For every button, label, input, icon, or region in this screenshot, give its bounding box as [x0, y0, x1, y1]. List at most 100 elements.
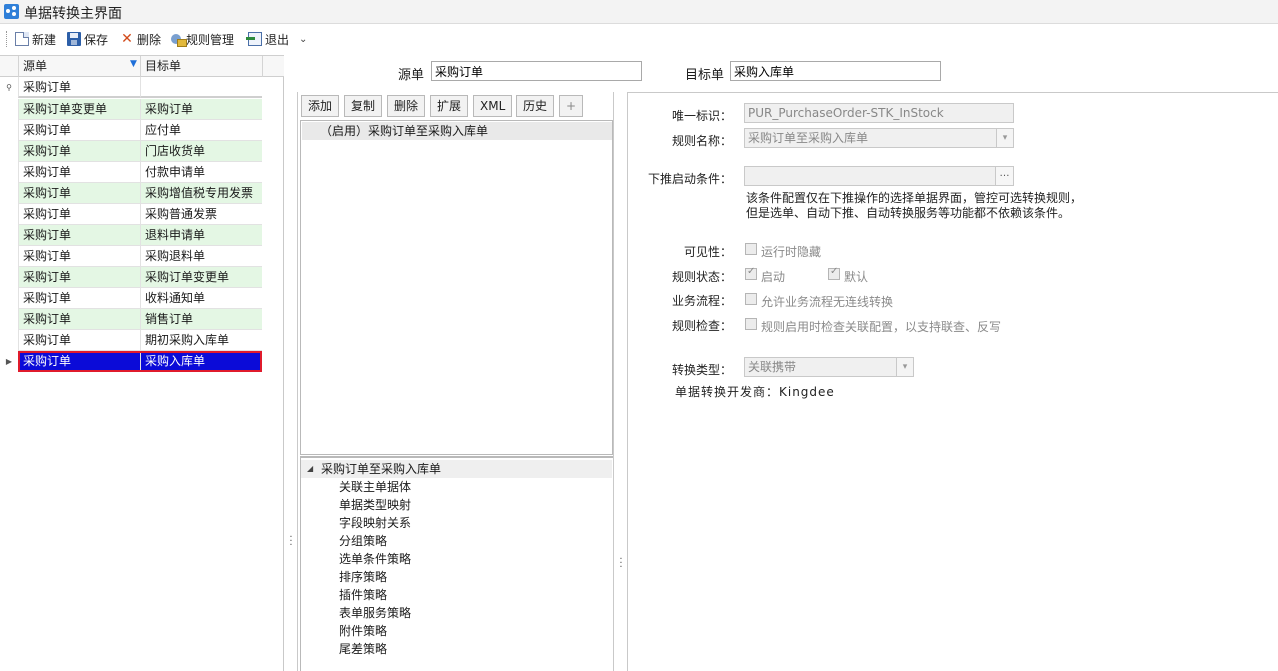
row-target-cell[interactable]: 采购退料单 [140, 246, 262, 267]
row-target-cell[interactable]: 采购订单变更单 [140, 267, 262, 288]
tree-node[interactable]: 关联主单据体 [339, 478, 411, 496]
toolbar-overflow-button[interactable]: ⌄ [299, 28, 307, 50]
rule-check-checkbox[interactable] [745, 318, 757, 330]
row-target-cell[interactable]: 门店收货单 [140, 141, 262, 162]
row-target-cell[interactable]: 收料通知单 [140, 288, 262, 309]
filter-cell-target[interactable] [140, 77, 262, 98]
table-row[interactable]: 采购订单 应付单 [0, 120, 284, 141]
allow-workflow-checkbox[interactable] [745, 293, 757, 305]
filter-cell-source[interactable]: 采购订单 [18, 77, 140, 98]
rule-status-label-wrap: 规则状态： [628, 268, 732, 286]
chevron-down-icon[interactable]: ▾ [996, 129, 1013, 147]
delete-rule-button[interactable]: 删除 [387, 95, 426, 117]
ellipsis-icon[interactable]: … [995, 167, 1013, 185]
chevron-down-icon[interactable]: ▾ [896, 358, 913, 376]
new-button[interactable]: 新建 [15, 28, 56, 50]
rule-name-dropdown[interactable]: 采购订单至采购入库单 ▾ [744, 128, 1014, 148]
tree-node[interactable]: 排序策略 [339, 568, 387, 586]
row-target-cell[interactable]: 销售订单 [140, 309, 262, 330]
row-target-cell[interactable]: 采购普通发票 [140, 204, 262, 225]
tree-expand-icon[interactable]: ◢ [307, 460, 313, 478]
runtime-hide-checkbox[interactable] [745, 243, 757, 255]
copy-rule-button[interactable]: 复制 [344, 95, 383, 117]
default-checkbox[interactable] [828, 266, 840, 280]
tree-node[interactable]: 单据类型映射 [339, 496, 411, 514]
row-target-cell[interactable]: 期初采购入库单 [140, 330, 262, 351]
unique-id-field[interactable]: PUR_PurchaseOrder-STK_InStock [744, 103, 1014, 123]
row-target-cell[interactable]: 应付单 [140, 120, 262, 141]
table-row[interactable]: 采购订单 采购普通发票 [0, 204, 284, 225]
grid-header: 源单 ▼ 目标单 [0, 55, 284, 77]
exit-button[interactable]: 退出 [246, 28, 290, 50]
tree-node[interactable]: 选单条件策略 [339, 550, 411, 568]
row-source-cell[interactable]: 采购订单 [18, 225, 140, 246]
conversion-grid: 源单 ▼ 目标单 ⚲ 采购订单 采购订单变更单 采购订单 采购订单 应付单 采购… [0, 55, 284, 671]
plus-button[interactable]: + [559, 95, 584, 117]
push-condition-field[interactable]: … [744, 166, 1014, 186]
filter-icon[interactable]: ▼ [130, 59, 137, 69]
toolbar-grip[interactable] [6, 31, 8, 47]
delete-button[interactable]: ✕ 删除 [120, 28, 161, 50]
row-source-cell[interactable]: 采购订单 [18, 330, 140, 351]
enabled-label: 启动 [761, 270, 786, 284]
tree-node[interactable]: 插件策略 [339, 586, 387, 604]
row-source-cell[interactable]: 采购订单 [18, 141, 140, 162]
add-rule-button[interactable]: 添加 [301, 95, 340, 117]
table-row[interactable]: 采购订单 期初采购入库单 [0, 330, 284, 351]
target-input[interactable] [730, 61, 941, 81]
row-source-cell[interactable]: 采购订单 [18, 120, 140, 141]
current-row-indicator-icon: ▶ [5, 357, 13, 366]
table-row[interactable]: 采购订单 收料通知单 [0, 288, 284, 309]
table-row[interactable]: 采购订单 退料申请单 [0, 225, 284, 246]
tree-node[interactable]: 附件策略 [339, 622, 387, 640]
exit-button-label: 退出 [265, 32, 290, 47]
new-document-icon [15, 32, 29, 46]
row-target-cell[interactable]: 采购增值税专用发票 [140, 183, 262, 204]
left-splitter-handle[interactable]: · · · [286, 533, 296, 556]
table-row[interactable]: 采购订单 采购增值税专用发票 [0, 183, 284, 204]
rule-list-item[interactable]: （启用）采购订单至采购入库单 [302, 122, 612, 140]
tree-node[interactable]: 分组策略 [339, 532, 387, 550]
rule-manage-button[interactable]: 规则管理 [171, 28, 234, 50]
delete-button-label: 删除 [137, 32, 162, 47]
enabled-checkbox[interactable] [745, 266, 757, 280]
runtime-hide-label: 运行时隐藏 [761, 245, 822, 259]
table-row-selected[interactable]: ▶ 采购订单 采购入库单 [0, 351, 284, 372]
row-target-cell[interactable]: 退料申请单 [140, 225, 262, 246]
table-row[interactable]: 采购订单 采购订单变更单 [0, 267, 284, 288]
row-source-cell[interactable]: 采购订单 [18, 183, 140, 204]
row-source-cell[interactable]: 采购订单 [18, 309, 140, 330]
row-target-cell[interactable]: 采购订单 [140, 99, 262, 120]
app-icon [4, 4, 19, 19]
xml-button[interactable]: XML [473, 95, 513, 117]
column-header-source[interactable]: 源单 [18, 56, 140, 77]
filter-row[interactable]: ⚲ 采购订单 [0, 77, 284, 98]
row-source-cell[interactable]: 采购订单 [18, 162, 140, 183]
row-source-cell[interactable]: 采购订单 [18, 204, 140, 225]
column-header-target[interactable]: 目标单 [140, 56, 262, 77]
table-row[interactable]: 采购订单 采购退料单 [0, 246, 284, 267]
source-input[interactable] [431, 61, 642, 81]
save-button[interactable]: 保存 [67, 28, 108, 50]
history-button[interactable]: 历史 [516, 95, 555, 117]
row-source-cell[interactable]: 采购订单 [18, 267, 140, 288]
tree-node[interactable]: 表单服务策略 [339, 604, 411, 622]
row-source-cell[interactable]: 采购订单 [18, 246, 140, 267]
table-row[interactable]: 采购订单变更单 采购订单 [0, 99, 284, 120]
row-target-cell[interactable]: 采购入库单 [140, 351, 262, 372]
table-row[interactable]: 采购订单 销售订单 [0, 309, 284, 330]
right-splitter-handle[interactable]: · · · [616, 555, 626, 578]
table-row[interactable]: 采购订单 门店收货单 [0, 141, 284, 162]
row-source-cell[interactable]: 采购订单 [18, 351, 140, 372]
row-source-cell[interactable]: 采购订单变更单 [18, 99, 140, 120]
filter-row-icon: ⚲ [6, 83, 12, 92]
row-source-cell[interactable]: 采购订单 [18, 288, 140, 309]
tree-node[interactable]: 尾差策略 [339, 640, 387, 658]
row-target-cell[interactable]: 付款申请单 [140, 162, 262, 183]
rule-status-label: 规则状态： [671, 270, 732, 284]
extend-rule-button[interactable]: 扩展 [430, 95, 469, 117]
tree-root-node[interactable]: ◢ 采购订单至采购入库单 [301, 460, 612, 478]
convert-type-dropdown[interactable]: 关联携带 ▾ [744, 357, 914, 377]
table-row[interactable]: 采购订单 付款申请单 [0, 162, 284, 183]
tree-node[interactable]: 字段映射关系 [339, 514, 411, 532]
